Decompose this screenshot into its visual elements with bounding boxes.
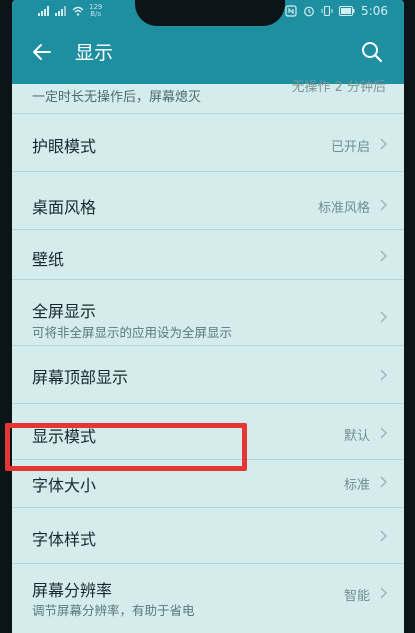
setting-label: 屏幕顶部显示 (32, 368, 129, 387)
chevron-right-icon (380, 530, 387, 542)
back-arrow-icon[interactable] (30, 40, 54, 64)
setting-label: 壁纸 (32, 250, 65, 269)
setting-label: 桌面风格 (32, 198, 97, 217)
setting-value: 智能 (343, 589, 370, 604)
chevron-right-icon (380, 476, 387, 488)
setting-value: 默认 (343, 429, 370, 444)
status-time: 5:06 (361, 4, 388, 18)
setting-label: 字体大小 (32, 476, 97, 495)
chevron-right-icon (380, 427, 387, 439)
sleep-setting-row[interactable]: 无操作 2 分钟后 一定时长无操作后，屏幕熄灭 (12, 80, 404, 114)
setting-row-wallpaper[interactable]: 壁纸 (12, 230, 404, 280)
setting-label: 字体样式 (32, 530, 97, 549)
status-bar-right: 5:06 (285, 3, 388, 19)
wifi-icon (72, 6, 84, 16)
camera-notch (135, 0, 285, 26)
phone-frame: 129 B/s 5:06 显示 无操作 2 分钟后 一定时长无操作后，屏幕熄灭 … (0, 0, 415, 633)
highlight-annotation-box (5, 423, 247, 471)
setting-row-fullscreen[interactable]: 全屏显示 可将非全屏显示的应用设为全屏显示 (12, 280, 404, 346)
page-title: 显示 (75, 42, 114, 64)
app-header: 129 B/s 5:06 显示 (12, 0, 404, 84)
setting-subtitle: 可将非全屏显示的应用设为全屏显示 (32, 325, 233, 340)
chevron-right-icon (380, 311, 387, 323)
nfc-icon (285, 5, 297, 17)
setting-value: 已开启 (330, 140, 370, 155)
setting-row-font-style[interactable]: 字体样式 (12, 508, 404, 564)
vibrate-icon (321, 5, 333, 17)
signal-icon-2 (55, 6, 66, 16)
battery-icon (339, 6, 355, 16)
chevron-right-icon (380, 250, 387, 262)
alarm-icon (304, 6, 314, 17)
setting-label: 全屏显示 (32, 302, 97, 321)
setting-row-resolution[interactable]: 屏幕分辨率 调节屏幕分辨率，有助于省电 智能 (12, 564, 404, 633)
setting-label: 屏幕分辨率 (32, 581, 113, 600)
setting-row-home-style[interactable]: 桌面风格 标准风格 (12, 172, 404, 230)
chevron-right-icon (380, 369, 387, 381)
sleep-description: 一定时长无操作后，屏幕熄灭 (32, 90, 202, 105)
setting-row-top-display[interactable]: 屏幕顶部显示 (12, 346, 404, 404)
setting-value: 标准 (343, 478, 370, 493)
setting-row-eye-comfort[interactable]: 护眼模式 已开启 (12, 114, 404, 172)
chevron-right-icon (380, 138, 387, 150)
signal-icon (38, 6, 49, 16)
settings-list: 无操作 2 分钟后 一定时长无操作后，屏幕熄灭 护眼模式 已开启 桌面风格 标准… (12, 80, 404, 633)
net-speed: 129 B/s (89, 3, 103, 18)
status-bar-left: 129 B/s (38, 3, 102, 19)
setting-label: 护眼模式 (32, 137, 97, 156)
chevron-right-icon (380, 199, 387, 211)
phone-screen: 129 B/s 5:06 显示 无操作 2 分钟后 一定时长无操作后，屏幕熄灭 … (12, 0, 404, 633)
chevron-right-icon (380, 587, 387, 599)
setting-subtitle: 调节屏幕分辨率，有助于省电 (32, 603, 195, 618)
search-icon[interactable] (360, 40, 384, 64)
setting-value: 标准风格 (317, 201, 370, 216)
sleep-value: 无操作 2 分钟后 (291, 80, 386, 95)
